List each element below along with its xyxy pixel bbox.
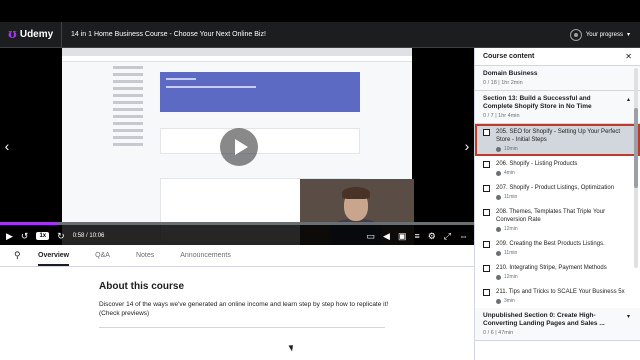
progress-scrubber[interactable] bbox=[0, 222, 474, 225]
lecture-duration: 10min bbox=[504, 146, 518, 152]
lecture-item[interactable]: 207. Shopify - Product Listings, Optimiz… bbox=[475, 180, 640, 204]
lecture-title: 210. Integrating Stripe, Payment Methods bbox=[496, 265, 607, 271]
lecture-title: 211. Tips and Tricks to SCALE Your Busin… bbox=[496, 289, 625, 295]
trophy-icon bbox=[569, 28, 582, 41]
sidebar-title: Course content bbox=[483, 53, 535, 60]
rewind-icon[interactable]: ↺ bbox=[21, 231, 29, 241]
video-player[interactable]: ‹ › bbox=[0, 48, 474, 245]
lecture-item[interactable]: 208. Themes, Templates That Triple Your … bbox=[475, 204, 640, 236]
section-header-previous[interactable]: Domain Business 0 / 18 | 1hr 2min bbox=[475, 66, 640, 91]
progress-scrubber-fill bbox=[0, 222, 57, 225]
tab-announcements[interactable]: Announcements bbox=[180, 246, 231, 265]
sidebar-scroll-thumb[interactable] bbox=[634, 108, 638, 188]
section-meta: 0 / 18 | 1hr 2min bbox=[483, 80, 523, 86]
lecture-item[interactable]: 210. Integrating Stripe, Payment Methods… bbox=[475, 260, 640, 284]
lecture-checkbox[interactable] bbox=[483, 265, 490, 272]
lecture-checkbox[interactable] bbox=[483, 209, 490, 216]
lecture-duration: 3min bbox=[504, 298, 515, 304]
bookmark-icon[interactable]: ▭ bbox=[367, 231, 376, 241]
udemy-logo[interactable]: ʊ Udemy bbox=[0, 22, 62, 47]
lecture-checkbox[interactable] bbox=[483, 129, 490, 136]
video-icon bbox=[496, 226, 501, 232]
section-title: Domain Business bbox=[483, 70, 538, 77]
expand-icon[interactable]: ⇔ bbox=[459, 231, 468, 241]
section-meta: 0 / 6 | 47min bbox=[483, 330, 514, 336]
udemy-logo-icon: ʊ bbox=[8, 27, 17, 42]
video-icon bbox=[496, 146, 501, 152]
video-icon bbox=[496, 250, 501, 256]
course-details-area: ⚲ Overview Q&A Notes Announcements About… bbox=[0, 245, 474, 360]
chevron-down-icon: ▾ bbox=[626, 314, 630, 320]
playback-speed-button[interactable]: 1x bbox=[36, 232, 50, 240]
lecture-duration: 12min bbox=[504, 226, 518, 232]
forward-icon[interactable]: ↻ bbox=[57, 231, 65, 241]
lecture-title: 205. SEO for Shopify - Setting Up Your P… bbox=[496, 129, 621, 143]
logo-text: Udemy bbox=[19, 29, 54, 40]
chevron-down-icon: ▾ bbox=[626, 32, 630, 38]
section-title: Unpublished Section 0: Create High-Conve… bbox=[483, 312, 605, 327]
search-icon[interactable]: ⚲ bbox=[14, 250, 38, 261]
top-header: ʊ Udemy 14 in 1 Home Business Course - C… bbox=[0, 22, 640, 48]
lecture-item[interactable]: 211. Tips and Tricks to SCALE Your Busin… bbox=[475, 284, 640, 308]
video-card bbox=[160, 128, 360, 154]
play-overlay-icon[interactable] bbox=[220, 128, 258, 166]
course-title[interactable]: 14 in 1 Home Business Course - Choose Yo… bbox=[71, 31, 570, 38]
sidebar-header: Course content ✕ bbox=[475, 48, 640, 66]
video-icon bbox=[496, 298, 501, 304]
video-browser-tabs bbox=[62, 48, 412, 56]
section-title: Section 13: Build a Successful and Compl… bbox=[483, 95, 592, 110]
lecture-checkbox[interactable] bbox=[483, 289, 490, 296]
video-icon bbox=[496, 274, 501, 280]
chevron-up-icon: ▴ bbox=[626, 97, 630, 103]
lecture-checkbox[interactable] bbox=[483, 185, 490, 192]
course-tabs: ⚲ Overview Q&A Notes Announcements bbox=[0, 245, 474, 267]
transcript-icon[interactable]: ≡ bbox=[414, 231, 419, 241]
player-controls: ▶ ↺ 1x ↻ 0:58 / 10:06 ▭ ◀ ▣ ≡ ⚙ ⤢ ⇔ bbox=[0, 222, 474, 245]
lecture-duration: 4min bbox=[504, 170, 515, 176]
previous-lecture-arrow-icon[interactable]: ‹ bbox=[2, 136, 12, 156]
progress-label: Your progress bbox=[585, 31, 623, 38]
section-header-current[interactable]: Section 13: Build a Successful and Compl… bbox=[475, 91, 640, 124]
mouse-cursor-icon bbox=[288, 343, 296, 352]
lecture-item[interactable]: 205. SEO for Shopify - Setting Up Your P… bbox=[475, 124, 640, 156]
next-lecture-arrow-icon[interactable]: › bbox=[462, 136, 472, 156]
tab-qa[interactable]: Q&A bbox=[95, 246, 110, 265]
lecture-item[interactable]: 209. Creating the Best Products Listings… bbox=[475, 236, 640, 260]
udemy-player-page: ʊ Udemy 14 in 1 Home Business Course - C… bbox=[0, 0, 640, 360]
course-content-sidebar: Course content ✕ Domain Business 0 / 18 … bbox=[474, 48, 640, 360]
video-icon bbox=[496, 194, 501, 200]
close-icon[interactable]: ✕ bbox=[625, 52, 632, 61]
divider bbox=[99, 327, 385, 328]
video-admin-sidebar bbox=[108, 62, 154, 182]
volume-icon[interactable]: ◀ bbox=[383, 231, 390, 241]
about-description: Discover 14 of the ways we've generated … bbox=[99, 301, 389, 317]
lecture-title: 207. Shopify - Product Listings, Optimiz… bbox=[496, 185, 615, 191]
video-dashboard-banner bbox=[160, 72, 360, 112]
section-meta: 0 / 7 | 1hr 4min bbox=[483, 113, 520, 119]
lecture-title: 206. Shopify - Listing Products bbox=[496, 161, 578, 167]
captions-icon[interactable]: ▣ bbox=[398, 231, 407, 241]
lecture-duration: 11min bbox=[504, 194, 518, 200]
lecture-duration: 12min bbox=[504, 274, 518, 280]
about-section: About this course Discover 14 of the way… bbox=[99, 281, 389, 318]
section-header-next[interactable]: Unpublished Section 0: Create High-Conve… bbox=[475, 308, 640, 341]
fullscreen-icon[interactable]: ⤢ bbox=[444, 231, 451, 241]
lecture-duration: 11min bbox=[504, 250, 518, 256]
lecture-title: 208. Themes, Templates That Triple Your … bbox=[496, 209, 606, 223]
progress-dropdown[interactable]: Your progress ▾ bbox=[569, 28, 630, 41]
lecture-item[interactable]: 206. Shopify - Listing Products 4min bbox=[475, 156, 640, 180]
video-icon bbox=[496, 170, 501, 176]
tab-overview[interactable]: Overview bbox=[38, 246, 70, 266]
lecture-checkbox[interactable] bbox=[483, 241, 490, 248]
lecture-title: 209. Creating the Best Products Listings… bbox=[496, 241, 605, 247]
about-title: About this course bbox=[99, 281, 185, 292]
play-icon[interactable]: ▶ bbox=[6, 231, 13, 241]
settings-icon[interactable]: ⚙ bbox=[428, 231, 436, 241]
tab-notes[interactable]: Notes bbox=[136, 246, 154, 265]
lecture-checkbox[interactable] bbox=[483, 161, 490, 168]
time-display: 0:58 / 10:06 bbox=[72, 233, 105, 239]
